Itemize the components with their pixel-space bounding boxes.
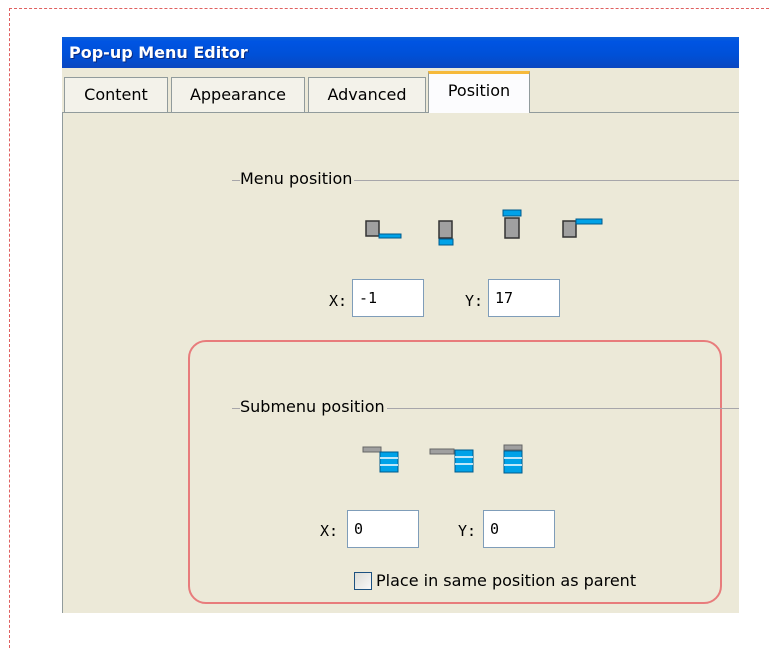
submenu-top-right-icon[interactable] [362, 445, 402, 475]
tab-panel-border [62, 112, 739, 113]
same-position-checkbox[interactable] [354, 572, 372, 590]
submenu-x-label: X: [320, 522, 339, 540]
menu-position-label: Menu position [240, 169, 355, 188]
tab-content[interactable]: Content [64, 77, 168, 112]
menu-below-right-icon[interactable] [365, 220, 405, 248]
menu-y-label: Y: [465, 292, 484, 310]
submenu-x-input[interactable] [347, 510, 419, 548]
same-position-label[interactable]: Place in same position as parent [376, 571, 636, 590]
submenu-y-input[interactable] [483, 510, 555, 548]
submenu-below-icon[interactable] [502, 443, 526, 477]
tab-position[interactable]: Position [428, 71, 530, 113]
tab-panel-left-border [62, 112, 63, 613]
menu-y-input[interactable] [488, 279, 560, 317]
tab-appearance[interactable]: Appearance [171, 77, 305, 112]
submenu-position-label: Submenu position [240, 397, 387, 416]
window-title: Pop-up Menu Editor [62, 37, 739, 68]
menu-below-icon[interactable] [437, 220, 459, 250]
menu-x-input[interactable] [352, 279, 424, 317]
submenu-right-icon[interactable] [429, 445, 479, 475]
popup-menu-editor-window: Pop-up Menu Editor Content Appearance Ad… [62, 37, 739, 613]
menu-right-icon[interactable] [562, 217, 606, 241]
submenu-y-label: Y: [458, 522, 477, 540]
tab-advanced[interactable]: Advanced [308, 77, 426, 112]
tab-strip: Content Appearance Advanced Position [62, 69, 739, 113]
menu-above-icon[interactable] [501, 209, 525, 249]
menu-x-label: X: [329, 292, 348, 310]
